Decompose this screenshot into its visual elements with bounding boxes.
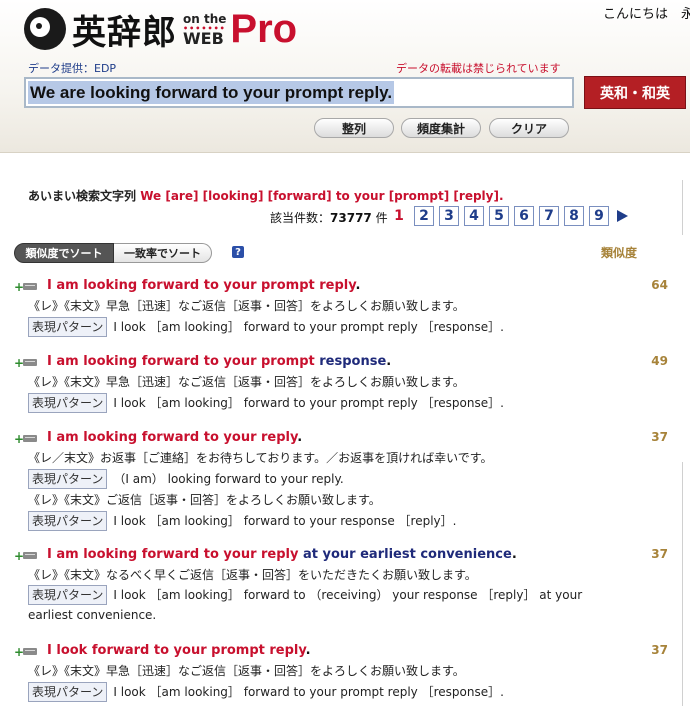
entry-english[interactable]: I am looking forward to your prompt resp… [47,354,391,369]
frequency-button[interactable]: 頻度集計 [401,118,481,138]
similarity-score: 64 [651,278,668,292]
pattern-text: I look ［am looking］ forward to your prom… [113,396,504,410]
result-entry: + I am looking forward to your reply at … [14,547,670,625]
page-link[interactable]: 9 [589,206,609,226]
help-icon[interactable]: ? [232,246,244,258]
wordbook-card-icon[interactable] [23,283,37,290]
entry-english[interactable]: I am looking forward to your reply. [47,430,302,445]
page-link[interactable]: 4 [464,206,484,226]
pattern-text: （I am） looking forward to your reply. [113,472,344,486]
pattern-text: I look ［am looking］ forward to （receivin… [28,588,583,622]
greeting: こんにちは 永 [603,7,690,22]
logo[interactable]: 英辞郎 on the ••••••• WEB Pro [24,6,298,53]
result-entry: + I look forward to your prompt reply. 3… [14,643,670,703]
page-current: 1 [394,208,404,224]
divider [682,462,683,706]
pattern-row: 表現パターン I look ［am looking］ forward to （re… [28,585,670,625]
page-link[interactable]: 2 [414,206,434,226]
result-entry: + I am looking forward to your prompt re… [14,354,670,414]
entry-japanese: 《レ》《末文》なるべく早くご返信［返事・回答］をいただきたくお願い致します。 [28,568,477,582]
wordbook-card-icon[interactable] [23,435,37,442]
logo-pro: Pro [230,6,298,51]
logo-kanji: 英辞郎 [72,12,177,53]
entry-japanese: 《レ》《末文》早急［迅速］なご返信［返事・回答］をよろしくお願い致します。 [28,299,465,313]
similarity-score: 37 [651,430,668,444]
entry-japanese: 《レ》《末文》ご返信［返事・回答］をよろしくお願い致します。 [28,493,381,507]
similarity-score: 37 [651,547,668,561]
entry-english[interactable]: I look forward to your prompt reply. [47,643,311,658]
pattern-label[interactable]: 表現パターン [28,469,108,489]
divider [682,180,683,235]
wordbook-card-icon[interactable] [23,648,37,655]
entry-english[interactable]: I am looking forward to your reply at yo… [47,547,517,562]
pattern-label[interactable]: 表現パターン [28,393,108,413]
fuzzy-search-query: We [are] [looking] [forward] to your [pr… [140,189,504,203]
wordbook-card-icon[interactable] [23,359,37,366]
pattern-row: 表現パターン I look ［am looking］ forward to yo… [28,392,670,414]
fuzzy-search-label: あいまい検索文字列 [28,189,137,203]
page-link[interactable]: 8 [564,206,584,226]
sort-toggle: 類似度でソート 一致率でソート [14,243,212,263]
pattern-row: 表現パターン I look ［am looking］ forward to yo… [28,681,670,703]
copyright-note: データの転載は禁じられています [396,62,561,75]
sort-by-similarity-button[interactable]: 類似度でソート [14,243,114,263]
page-link[interactable]: 6 [514,206,534,226]
pattern-label[interactable]: 表現パターン [28,585,108,605]
pattern-row: 表現パターン I look ［am looking］ forward to yo… [28,316,670,338]
logo-on-the-web: on the ••••••• WEB [183,12,227,48]
pattern-text: I look ［am looking］ forward to your prom… [113,685,504,699]
search-input-selected-text: We are looking forward to your prompt re… [28,81,395,104]
page-link[interactable]: 5 [489,206,509,226]
arrange-button[interactable]: 整列 [314,118,394,138]
pattern-row: 表現パターン I look ［am looking］ forward to yo… [28,510,670,532]
pattern-label[interactable]: 表現パターン [28,682,108,702]
pattern-text: I look ［am looking］ forward to your resp… [113,514,457,528]
pattern-label[interactable]: 表現パターン [28,511,108,531]
similarity-score: 37 [651,643,668,657]
pattern-label[interactable]: 表現パターン [28,317,108,337]
entry-japanese: 《レ》《末文》早急［迅速］なご返信［返事・回答］をよろしくお願い致します。 [28,664,465,678]
mascot-logo-icon [24,8,66,50]
sort-by-match-button[interactable]: 一致率でソート [114,243,212,263]
result-entry: + I am looking forward to your reply. 37… [14,430,670,532]
dictionary-search-button[interactable]: 英和・和英 [584,76,686,109]
pattern-text: I look ［am looking］ forward to your prom… [113,320,504,334]
entry-japanese: 《レ》《末文》早急［迅速］なご返信［返事・回答］をよろしくお願い致します。 [28,375,465,389]
hit-count: 該当件数：73777 件 [270,211,388,225]
clear-button[interactable]: クリア [489,118,569,138]
fuzzy-search-line: あいまい検索文字列 We [are] [looking] [forward] t… [28,187,504,204]
next-page-arrow-icon[interactable] [617,210,628,222]
page-link[interactable]: 3 [439,206,459,226]
wordbook-card-icon[interactable] [23,552,37,559]
header: 英辞郎 on the ••••••• WEB Pro こんにちは 永 データ提供… [0,0,690,153]
page-link[interactable]: 7 [539,206,559,226]
similarity-score: 49 [651,354,668,368]
pattern-row: 表現パターン （I am） looking forward to your re… [28,468,670,490]
result-entry: + I am looking forward to your prompt re… [14,278,670,338]
entry-english[interactable]: I am looking forward to your prompt repl… [47,278,360,293]
pagination: 1 2 3 4 5 6 7 8 9 [389,206,628,226]
similarity-column-header: 類似度 [601,246,638,260]
entry-japanese: 《レ／末文》お返事［ご連絡］をお待ちしております。／お返事を頂ければ幸いです。 [28,451,493,465]
data-source-link[interactable]: データ提供：EDP [28,60,116,76]
